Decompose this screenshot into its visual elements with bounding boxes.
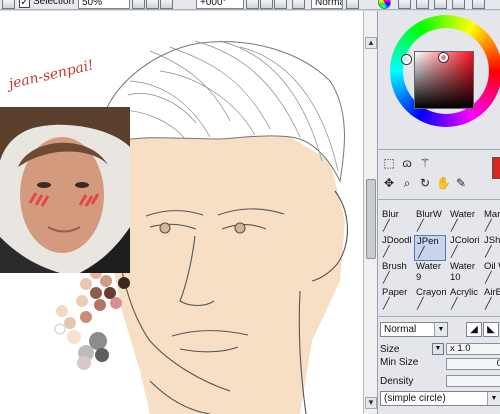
paper-icon: ╱	[383, 298, 390, 310]
blend-mode-field[interactable]: Normal	[311, 0, 343, 9]
tool-water[interactable]: Water ╱	[448, 209, 480, 235]
tool-mark[interactable]: Mark╱	[482, 209, 500, 235]
sv-knob[interactable]	[439, 53, 448, 62]
paint-tool-sai-window: ✓ Selection 50% +000° Normal	[0, 0, 500, 414]
marker-icon: ╱	[485, 220, 492, 232]
density-slider[interactable]	[446, 375, 500, 387]
tool-airb[interactable]: AirB╱	[482, 287, 500, 313]
density-row: Density	[380, 374, 500, 390]
size-multiplier-field[interactable]: x 1.0	[446, 343, 500, 355]
eyedropper-icon[interactable]: ✎	[454, 176, 468, 190]
brush-icon: ╱	[485, 246, 492, 258]
swatches-toggle[interactable]	[472, 0, 485, 9]
hand-icon[interactable]: ✋	[436, 176, 451, 190]
color-mixer-toggle[interactable]	[452, 0, 465, 9]
brush-icon: ╱	[451, 246, 458, 258]
water-icon: ╱	[451, 220, 458, 232]
tool-jcoloring[interactable]: JColoring╱	[448, 235, 480, 261]
zoom-reset-button[interactable]	[160, 0, 173, 9]
scroll-down-arrow-icon[interactable]: ▼	[365, 397, 377, 409]
canvas-vertical-scrollbar[interactable]: ▲ ▼	[363, 11, 377, 414]
panel-divider	[378, 199, 500, 200]
selection-tools: ⬚ ɷ ⚚ ✥ ⌕ ↻ ✋ ✎	[382, 156, 492, 196]
min-size-row: Min Size	[380, 357, 419, 368]
tool-paper[interactable]: Paper ╱	[380, 287, 412, 313]
brush-shape-select[interactable]: (simple circle) ▼	[380, 391, 500, 406]
tool-jpen[interactable]: JPen ╱	[414, 235, 446, 261]
tool-blur[interactable]: Blur ╱	[380, 209, 412, 235]
magic-wand-icon[interactable]: ⚚	[418, 156, 432, 170]
brush-shape-row: (simple circle) ▼	[380, 391, 500, 407]
rotate-field[interactable]: +000°	[196, 0, 244, 9]
brush-mode-row: Normal ▼ ◢ ◣	[380, 322, 500, 338]
brush-blend-mode-select[interactable]: Normal ▼	[380, 322, 448, 337]
zoom-in-button[interactable]	[146, 0, 159, 9]
size-dropdown[interactable]: ▼	[432, 343, 444, 355]
flip-button[interactable]	[292, 0, 305, 9]
tool-water-9[interactable]: Water 9	[414, 261, 446, 287]
soft-edge-button[interactable]: ◣	[483, 322, 499, 337]
zoom-field[interactable]: 50%	[78, 0, 130, 9]
rotate-icon[interactable]: ↻	[418, 176, 432, 190]
foreground-color-swatch[interactable]	[492, 157, 500, 179]
color-sliders-toggle[interactable]	[398, 0, 411, 9]
move-icon[interactable]: ✥	[382, 176, 396, 190]
panel-divider	[378, 316, 500, 317]
tool-blurw[interactable]: BlurW ╱	[414, 209, 446, 235]
pen-icon: ╱	[418, 247, 425, 259]
tool-oil-w[interactable]: Oil W╱	[482, 261, 500, 287]
color-rgb-toggle[interactable]	[416, 0, 429, 9]
chevron-down-icon: ▼	[434, 323, 447, 336]
hue-knob[interactable]	[402, 55, 411, 64]
tool-crayon[interactable]: Crayon ╱	[414, 287, 446, 313]
pen-icon: ╱	[383, 246, 390, 258]
reference-photo	[0, 107, 130, 273]
zoom-icon[interactable]: ⌕	[400, 176, 414, 190]
brush-icon: ╱	[383, 272, 390, 284]
tool-acrylic[interactable]: Acrylic ╱	[448, 287, 480, 313]
tool-panel: ⬚ ɷ ⚚ ✥ ⌕ ↻ ✋ ✎ Blur╱ BlurW╱ Water╱ Mark…	[377, 11, 500, 414]
toolbar-button[interactable]	[2, 0, 15, 9]
blur-icon: ╱	[383, 220, 390, 232]
blur-icon: ╱	[417, 220, 424, 232]
drawing-canvas[interactable]: jean-senpai!	[0, 11, 363, 414]
tool-water-10[interactable]: Water 10	[448, 261, 480, 287]
tool-brush[interactable]: Brush ╱	[380, 261, 412, 287]
color-wheel-toggle[interactable]	[378, 0, 391, 9]
rotate-reset-button[interactable]	[274, 0, 287, 9]
top-toolbar: ✓ Selection 50% +000° Normal	[0, 0, 500, 10]
tool-jsha[interactable]: JSha╱	[482, 235, 500, 261]
zoom-out-button[interactable]	[132, 0, 145, 9]
rect-select-icon[interactable]: ⬚	[382, 156, 396, 170]
brush-icon: ╱	[485, 272, 492, 284]
panel-divider	[378, 149, 500, 150]
chevron-down-icon: ▼	[487, 392, 500, 405]
tool-jdoodlin[interactable]: JDoodlin╱	[380, 235, 412, 261]
selection-label: Selection	[33, 0, 75, 7]
rotate-left-button[interactable]	[246, 0, 259, 9]
saturation-value-box[interactable]	[414, 51, 474, 109]
stabilizer-button[interactable]	[346, 0, 359, 9]
scroll-up-arrow-icon[interactable]: ▲	[365, 37, 377, 49]
crayon-icon: ╱	[417, 298, 424, 310]
brush-icon: ╱	[451, 298, 458, 310]
brush-tool-grid: Blur╱ BlurW╱ Water╱ Mark╱ JDoodlin╱ JPen…	[380, 209, 500, 313]
color-hsv-toggle[interactable]	[434, 0, 447, 9]
airbrush-icon: ╱	[485, 298, 492, 310]
selection-checkbox[interactable]: ✓	[19, 0, 30, 8]
rotate-right-button[interactable]	[260, 0, 273, 9]
hard-edge-button[interactable]: ◢	[466, 322, 482, 337]
lasso-icon[interactable]: ɷ	[400, 156, 414, 170]
scroll-thumb[interactable]	[366, 179, 376, 259]
